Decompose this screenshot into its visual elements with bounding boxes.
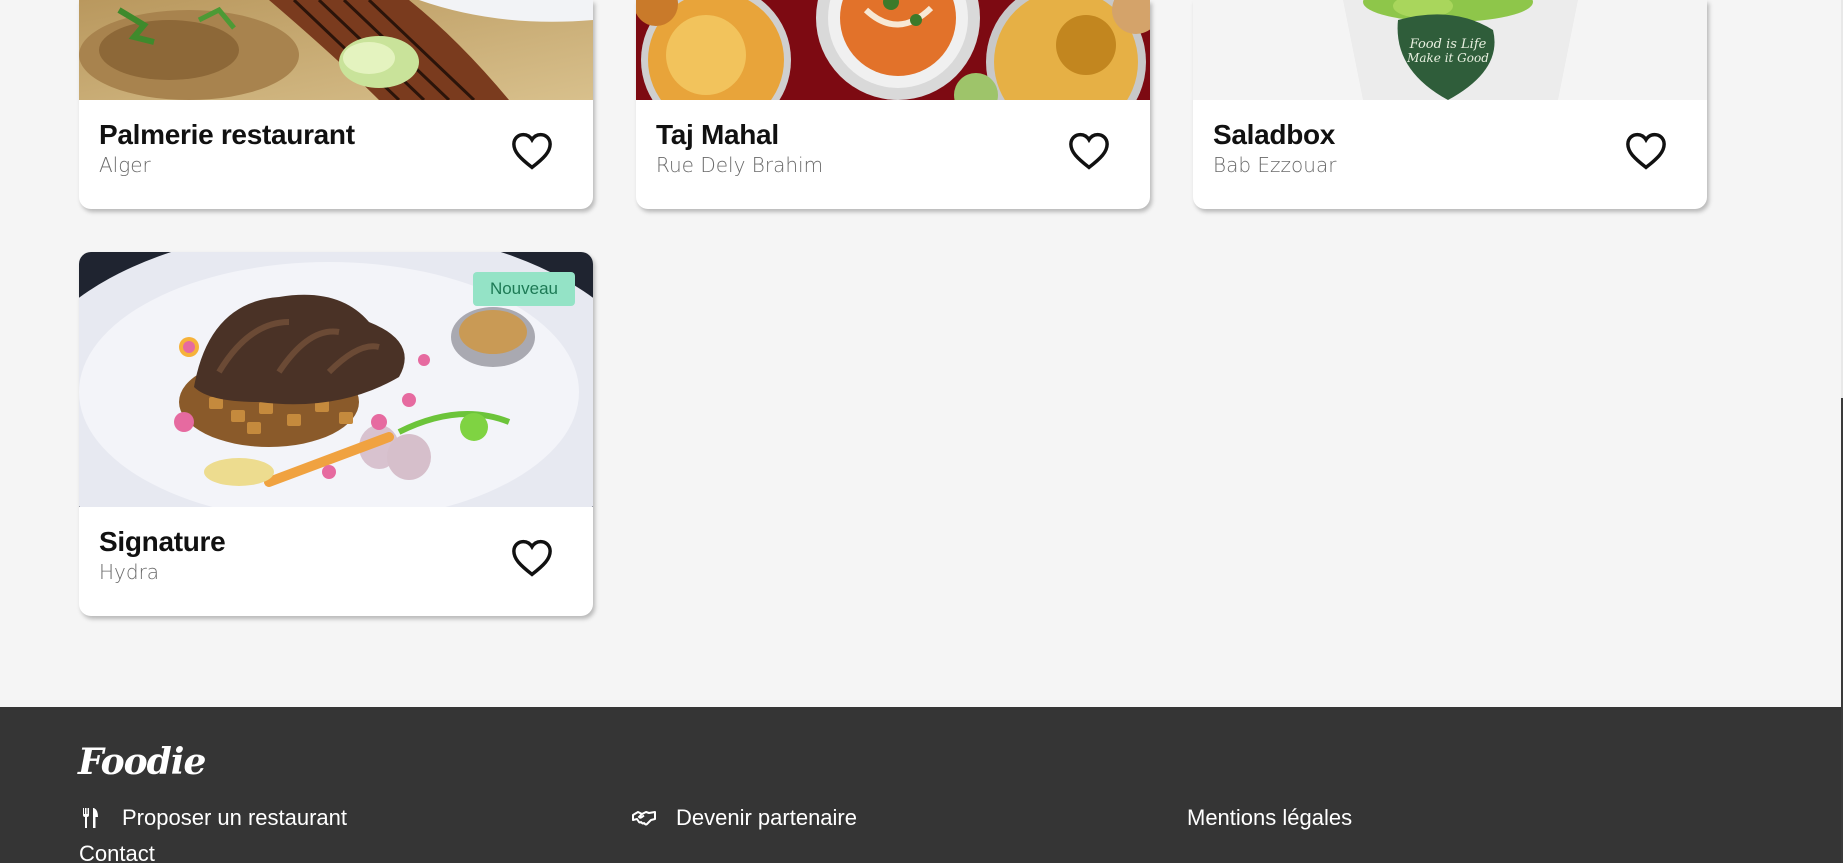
restaurant-name[interactable]: Taj Mahal [656, 119, 1130, 151]
restaurant-card-signature[interactable]: Nouveau Signature Hydra [79, 252, 593, 616]
propose-restaurant-link[interactable]: Proposer un restaurant [78, 805, 347, 831]
restaurant-card-saladbox[interactable]: Food is Life Make it Good Saladbox Bab E… [1193, 0, 1707, 209]
legal-notice-link[interactable]: Mentions légales [1187, 805, 1352, 831]
restaurant-card-taj-mahal[interactable]: Taj Mahal Rue Dely Brahim [636, 0, 1150, 209]
become-partner-label: Devenir partenaire [676, 805, 857, 830]
heart-outline-icon[interactable] [1625, 132, 1667, 170]
card-body: Saladbox Bab Ezzouar [1193, 100, 1707, 209]
restaurant-name[interactable]: Saladbox [1213, 119, 1687, 151]
restaurant-photo: Food is Life Make it Good [1193, 0, 1707, 100]
fork-knife-icon [83, 808, 98, 828]
propose-restaurant-label: Proposer un restaurant [122, 805, 348, 830]
become-partner-link[interactable]: Devenir partenaire [632, 805, 857, 831]
restaurant-photo [79, 0, 593, 100]
legal-notice-label: Mentions légales [1187, 805, 1353, 830]
new-badge: Nouveau [472, 272, 575, 306]
restaurant-location: Alger [99, 153, 151, 177]
svg-text:Food is Life: Food is Life [1409, 37, 1487, 52]
footer-logo[interactable]: Foodie [78, 741, 206, 783]
restaurant-photo: Nouveau [79, 252, 593, 507]
handshake-icon [632, 811, 656, 826]
contact-label: Contact [79, 841, 155, 863]
card-body: Signature Hydra [79, 507, 593, 616]
heart-outline-icon[interactable] [511, 539, 553, 577]
card-body: Palmerie restaurant Alger [79, 100, 593, 209]
card-body: Taj Mahal Rue Dely Brahim [636, 100, 1150, 209]
restaurant-location: Hydra [99, 560, 160, 584]
restaurant-name[interactable]: Palmerie restaurant [99, 119, 573, 151]
restaurant-location: Bab Ezzouar [1213, 153, 1337, 177]
restaurant-card-palmerie[interactable]: Palmerie restaurant Alger [79, 0, 593, 209]
heart-outline-icon[interactable] [511, 132, 553, 170]
heart-outline-icon[interactable] [1068, 132, 1110, 170]
restaurant-location: Rue Dely Brahim [656, 153, 824, 177]
footer: Foodie Proposer un restaurant Devenir pa… [0, 707, 1841, 863]
restaurant-photo [636, 0, 1150, 100]
svg-text:Make it Good: Make it Good [1406, 51, 1489, 65]
contact-link[interactable]: Contact [79, 841, 155, 863]
restaurant-name[interactable]: Signature [99, 526, 573, 558]
